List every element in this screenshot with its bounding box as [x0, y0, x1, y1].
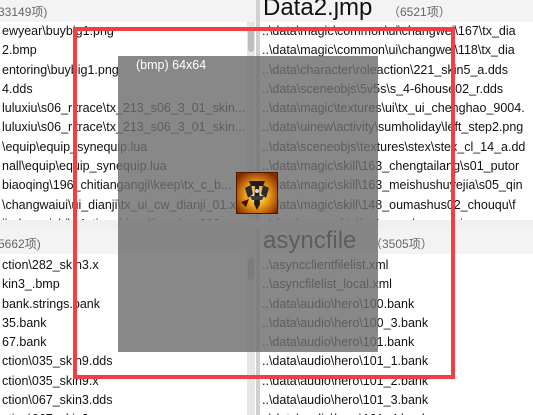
- right-top-item-count: （6521项）: [388, 5, 451, 19]
- right-top-list-header: Data2.jmp （6521项）: [260, 0, 533, 22]
- left-top-item-count: 33149项): [0, 5, 48, 19]
- list-item[interactable]: ction\067_skin3.dds: [0, 391, 256, 410]
- list-item[interactable]: ..\data\audio\hero\101_4.bank: [260, 410, 533, 415]
- highlight-box: [73, 27, 455, 379]
- right-top-archive-title: Data2.jmp: [263, 0, 373, 21]
- left-bottom-item-count: 5662项): [0, 237, 41, 251]
- list-item[interactable]: ..\data\audio\hero\101_3.bank: [260, 391, 533, 410]
- left-top-list-header: 33149项): [0, 0, 256, 22]
- list-item[interactable]: ction\067_skin3.x: [0, 410, 256, 415]
